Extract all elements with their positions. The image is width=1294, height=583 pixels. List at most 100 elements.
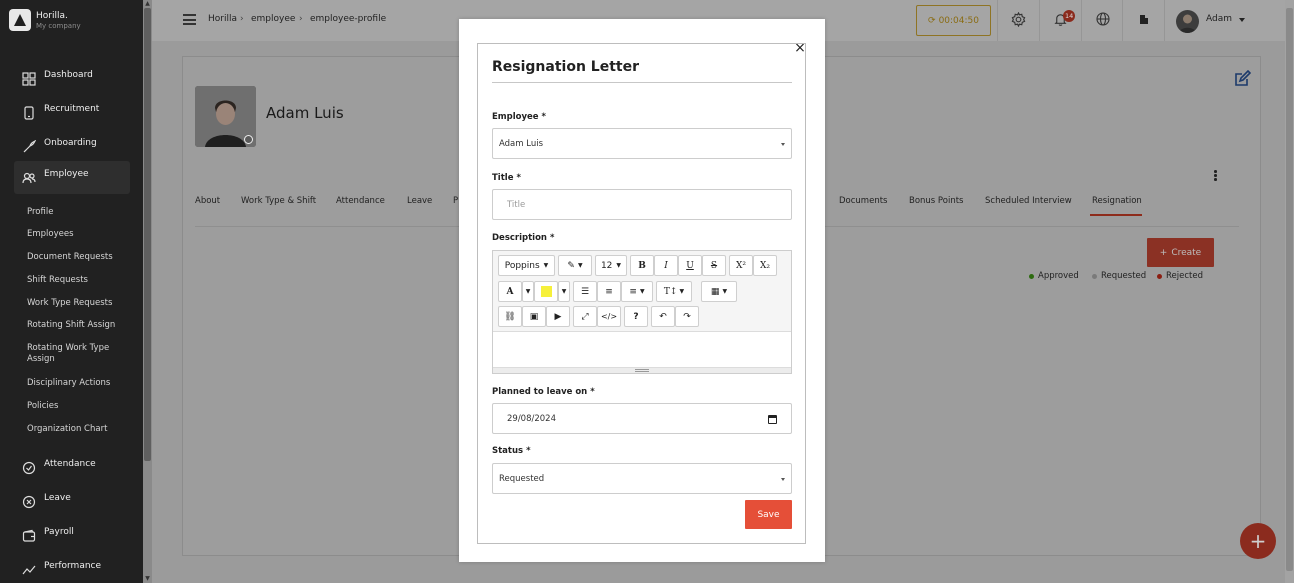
help-icon[interactable]: ?: [624, 306, 648, 327]
magic-style-icon[interactable]: ✎ ▼: [558, 255, 592, 276]
sidebar-subitem[interactable]: Document Requests: [27, 252, 137, 263]
scroll-up-icon[interactable]: ▲: [143, 0, 152, 7]
timer-value: 00:04:50: [938, 15, 979, 26]
sidebar-item-dashboard[interactable]: Dashboard: [14, 62, 130, 95]
sidebar-item-recruitment[interactable]: Recruitment: [14, 96, 130, 129]
user-menu[interactable]: Adam: [1164, 0, 1294, 41]
caret-down-icon: [781, 478, 785, 481]
redo-icon[interactable]: ↷: [675, 306, 699, 327]
sidebar-scroll-thumb[interactable]: [144, 8, 151, 461]
link-icon[interactable]: ⛓: [498, 306, 522, 327]
breadcrumb-item[interactable]: employee: [251, 14, 295, 24]
legend-label: Requested: [1101, 271, 1147, 281]
notification-count-badge: 14: [1063, 10, 1076, 22]
sidebar-scrollbar[interactable]: ▲ ▼: [143, 0, 152, 583]
scroll-down-icon[interactable]: ▼: [143, 575, 152, 582]
numbered-list-icon[interactable]: ≡: [597, 281, 621, 302]
page-scroll-thumb[interactable]: [1286, 8, 1293, 571]
tab-attendance[interactable]: Attendance: [336, 196, 385, 206]
language-button[interactable]: [1081, 0, 1123, 41]
planned-leave-date-input[interactable]: 29/08/2024: [492, 403, 792, 434]
floating-add-button[interactable]: +: [1240, 523, 1276, 559]
breadcrumb-current: employee-profile: [310, 14, 387, 24]
tab-resignation[interactable]: Resignation: [1092, 196, 1142, 206]
fullscreen-icon[interactable]: ⤢: [573, 306, 597, 327]
page-scrollbar[interactable]: [1285, 0, 1294, 583]
sidebar-item-onboarding[interactable]: Onboarding: [14, 130, 130, 163]
strikethrough-icon[interactable]: S: [702, 255, 726, 276]
brand[interactable]: Horilla. My company: [9, 9, 139, 33]
legend-approved: Approved: [1029, 271, 1079, 281]
sidebar-subitem[interactable]: Organization Chart: [27, 424, 137, 435]
status-value: Requested: [499, 473, 545, 484]
sidebar-subitem[interactable]: Rotating Work Type Assign: [27, 343, 122, 365]
text-color-caret-icon[interactable]: ▼: [522, 281, 534, 302]
editor-resize-handle[interactable]: [493, 367, 791, 373]
code-view-icon[interactable]: </>: [597, 306, 621, 327]
sidebar-subitem[interactable]: Policies: [27, 401, 137, 412]
status-select[interactable]: Requested: [492, 463, 792, 494]
sidebar-subitem[interactable]: Employees: [27, 229, 137, 240]
save-button[interactable]: Save: [745, 500, 792, 529]
more-options-icon[interactable]: [1214, 170, 1217, 182]
tab-scheduled-interview[interactable]: Scheduled Interview: [985, 196, 1072, 206]
title-input[interactable]: Title: [492, 189, 792, 220]
text-color-icon[interactable]: A: [498, 281, 522, 302]
highlight-caret-icon[interactable]: ▼: [558, 281, 570, 302]
tab-bonus-points[interactable]: Bonus Points: [909, 196, 963, 206]
video-icon[interactable]: ▶: [546, 306, 570, 327]
title-divider: [492, 82, 792, 83]
undo-icon[interactable]: ↶: [651, 306, 675, 327]
sidebar-item-performance[interactable]: Performance: [14, 553, 130, 583]
horilla-logo-icon: [9, 9, 31, 31]
plus-icon: +: [1249, 529, 1267, 553]
breadcrumb-separator-icon: ›: [240, 14, 244, 24]
sidebar-subitem[interactable]: Shift Requests: [27, 275, 137, 286]
editor-toolbar: Poppins ▼ ✎ ▼ 12 ▼ B I U S X² X₂ A ▼ ▼ ☰ ≡ …: [493, 251, 791, 332]
sidebar-subitem[interactable]: Rotating Shift Assign: [27, 320, 137, 331]
sidebar-item-label: Employee: [44, 168, 89, 179]
tab-about[interactable]: About: [195, 196, 220, 206]
sidebar-item-label: Leave: [44, 492, 71, 503]
company-switch-button[interactable]: [1122, 0, 1164, 41]
align-dropdown-icon[interactable]: ≡ ▼: [621, 281, 653, 302]
caret-down-icon: [1239, 18, 1245, 22]
employee-select[interactable]: Adam Luis: [492, 128, 792, 159]
tab-documents[interactable]: Documents: [839, 196, 887, 206]
line-height-icon[interactable]: T↕ ▼: [656, 281, 692, 302]
tab-partial[interactable]: P: [453, 196, 458, 206]
sidebar-item-attendance[interactable]: Attendance: [14, 451, 130, 484]
tab-work-type-shift[interactable]: Work Type & Shift: [241, 196, 316, 206]
checkout-timer-button[interactable]: ⟳ 00:04:50: [916, 5, 991, 36]
create-resignation-button[interactable]: + Create: [1147, 238, 1214, 267]
profile-photo: [195, 86, 256, 147]
breadcrumb-item[interactable]: Horilla: [208, 14, 237, 24]
sidebar-item-leave[interactable]: Leave: [14, 485, 130, 518]
sidebar-subitem[interactable]: Work Type Requests: [27, 298, 137, 309]
brand-company: My company: [36, 22, 81, 30]
font-size-dropdown[interactable]: 12 ▼: [595, 255, 627, 276]
sidebar-item-employee[interactable]: Employee: [14, 161, 130, 194]
sidebar-item-payroll[interactable]: Payroll: [14, 519, 130, 552]
sidebar-subitem[interactable]: Profile: [27, 207, 137, 218]
title-placeholder: Title: [507, 199, 526, 210]
notifications-button[interactable]: 14: [1039, 0, 1081, 41]
subscript-icon[interactable]: X₂: [753, 255, 777, 276]
edit-profile-icon[interactable]: [1234, 69, 1252, 87]
underline-icon[interactable]: U: [678, 255, 702, 276]
superscript-icon[interactable]: X²: [729, 255, 753, 276]
table-icon[interactable]: ▦ ▼: [701, 281, 737, 302]
tab-leave[interactable]: Leave: [407, 196, 432, 206]
font-family-dropdown[interactable]: Poppins ▼: [498, 255, 555, 276]
calendar-icon[interactable]: [768, 415, 777, 424]
highlight-color-icon[interactable]: [534, 281, 558, 302]
sidebar-subitem[interactable]: Disciplinary Actions: [27, 378, 137, 389]
menu-icon[interactable]: [183, 14, 196, 25]
description-textarea[interactable]: [493, 333, 791, 369]
bold-icon[interactable]: B: [630, 255, 654, 276]
italic-icon[interactable]: I: [654, 255, 678, 276]
image-icon[interactable]: ▣: [522, 306, 546, 327]
gear-icon: [1011, 11, 1026, 30]
bullet-list-icon[interactable]: ☰: [573, 281, 597, 302]
settings-button[interactable]: [997, 0, 1039, 41]
